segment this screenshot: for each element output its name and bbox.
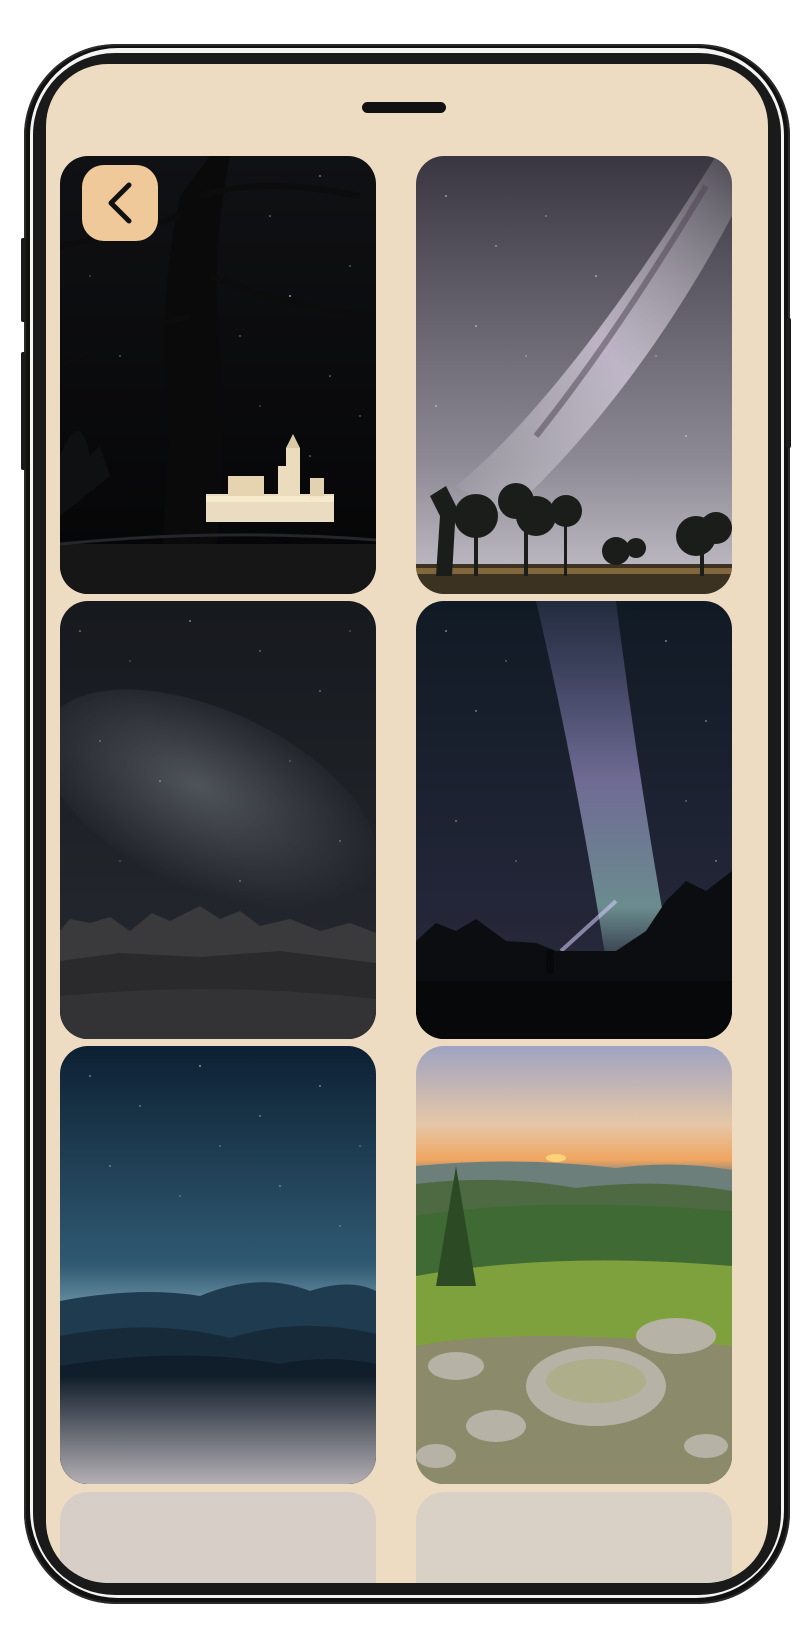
wallpaper-image: [60, 601, 376, 1039]
chevron-left-icon: [108, 182, 132, 224]
wallpaper-card-peek-right[interactable]: [416, 1492, 732, 1583]
wallpaper-card-blue-mountains[interactable]: Blue mountains under starry sky: [60, 1046, 376, 1484]
wallpaper-card-peek-left[interactable]: [60, 1492, 376, 1583]
wallpaper-card-milky-way-hiker[interactable]: Milky Way with hiker headlamp: [416, 601, 732, 1039]
app-screen: Castle at night under starry sky: [46, 64, 768, 1583]
volume-up-button: [21, 238, 26, 322]
wallpaper-card-rocky-starfield[interactable]: Starry sky over rocky ridge: [60, 601, 376, 1039]
power-button: [786, 318, 791, 448]
wallpaper-alt: Milky Way with hiker headlamp: [416, 601, 417, 602]
wallpaper-alt: Sunrise over green forested hills: [416, 1046, 417, 1047]
volume-down-button: [21, 352, 26, 470]
wallpaper-card-milky-way-trees[interactable]: Milky Way over silhouetted trees: [416, 156, 732, 594]
wallpaper-image: [60, 1046, 376, 1484]
speaker-notch: [362, 102, 446, 113]
wallpaper-card-green-sunrise[interactable]: Sunrise over green forested hills: [416, 1046, 732, 1484]
wallpaper-alt: Blue mountains under starry sky: [60, 1046, 61, 1047]
back-button[interactable]: [82, 165, 158, 241]
wallpaper-alt: Milky Way over silhouetted trees: [416, 156, 417, 157]
wallpaper-image: [416, 156, 732, 594]
wallpaper-alt: Starry sky over rocky ridge: [60, 601, 61, 602]
wallpaper-image: [416, 601, 732, 1039]
wallpaper-alt: Castle at night under starry sky: [60, 156, 61, 157]
wallpaper-image: [416, 1046, 732, 1484]
